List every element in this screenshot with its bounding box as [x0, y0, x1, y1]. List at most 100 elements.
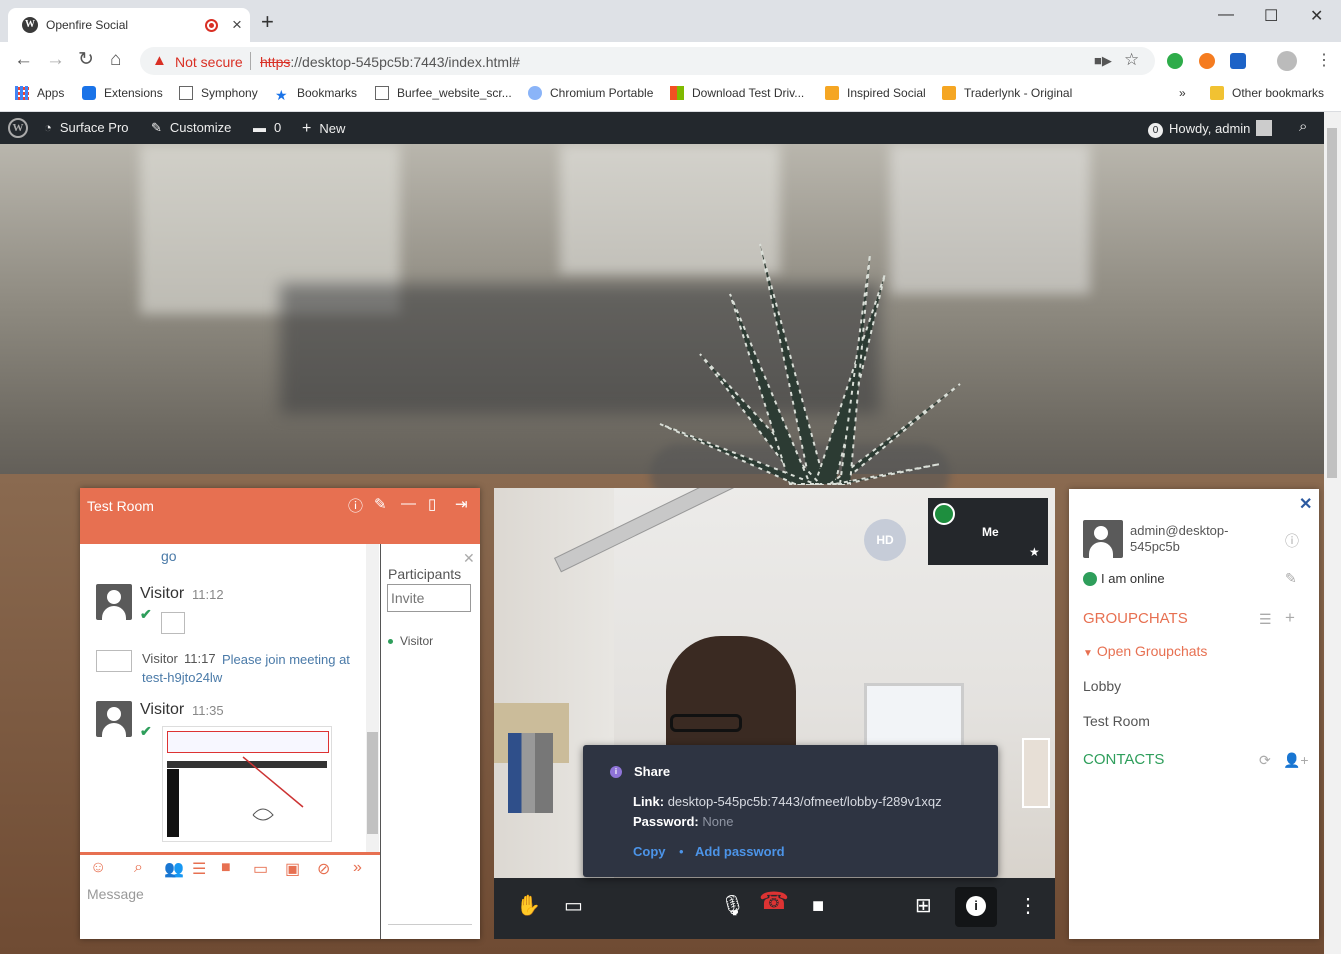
chat-scrollbar[interactable] — [366, 544, 379, 852]
chat-icon[interactable]: ▭ — [564, 896, 583, 916]
edit-status-pencil-icon[interactable]: ✎ — [1285, 570, 1297, 587]
bookmark-symphony[interactable]: Symphony — [179, 86, 258, 100]
sync-contacts-icon[interactable]: ⟳ — [1259, 752, 1271, 769]
chat-room-title: Test Room — [87, 498, 154, 514]
wordpress-logo-icon[interactable]: W — [8, 118, 28, 138]
reload-icon[interactable]: ↻ — [78, 50, 94, 70]
profile-info-icon[interactable]: ⓘ — [1285, 531, 1299, 551]
emoji-icon[interactable]: ☺ — [90, 859, 106, 877]
chat-toolbar: ☺ ⌕ 👥 ☰ ■ ▭ ▣ ⊘ » — [80, 852, 380, 882]
new-content-link[interactable]: + New — [302, 120, 345, 138]
share-link-value[interactable]: desktop-545pc5b:7443/ofmeet/lobby-f289v1… — [668, 794, 942, 809]
bookmark-star-icon[interactable]: ☆ — [1124, 50, 1139, 70]
chat-scrollbar-thumb[interactable] — [367, 732, 378, 834]
list-rooms-icon[interactable]: ☰ — [1259, 611, 1272, 628]
browser-tab[interactable]: W Openfire Social × — [8, 8, 250, 42]
bookmark-burfee[interactable]: Burfee_website_scr... — [375, 86, 512, 100]
more-options-icon[interactable]: ⋮ — [1018, 896, 1038, 916]
hd-quality-badge[interactable]: HD — [864, 519, 906, 561]
microphone-icon[interactable]: 🎙 — [720, 896, 745, 916]
more-tools-icon[interactable]: » — [353, 859, 362, 877]
home-icon[interactable]: ⌂ — [110, 50, 121, 70]
extension-id-icon[interactable] — [1230, 53, 1246, 69]
account-menu[interactable]: 0 Howdy, admin — [1148, 120, 1273, 138]
status-message[interactable]: I am online — [1101, 571, 1165, 586]
bookmark-traderlynk-original[interactable]: Traderlynk - Original — [942, 86, 1072, 100]
dashboard-icon: ◔ — [44, 120, 52, 135]
maximize-icon[interactable]: ☐ — [1264, 6, 1278, 26]
camera-icon[interactable]: ■ — [812, 896, 824, 916]
extension-orange-icon[interactable] — [1199, 53, 1215, 69]
open-groupchats-toggle[interactable]: ▼ Open Groupchats — [1083, 643, 1207, 659]
video-call-icon[interactable]: ■ — [221, 859, 231, 877]
hang-up-icon[interactable]: ☎ — [759, 890, 789, 914]
minimize-icon[interactable]: — — [1218, 6, 1234, 24]
new-tab-button[interactable]: + — [261, 11, 274, 33]
url-scheme: https — [260, 54, 291, 70]
raise-hand-icon[interactable]: ✋ — [516, 896, 541, 916]
local-video-thumbnail[interactable]: Me ★ — [928, 498, 1048, 565]
minimize-chat-icon[interactable]: — — [401, 495, 416, 512]
attachment-preview[interactable] — [161, 612, 185, 634]
occupants-icon[interactable]: 👥 — [164, 859, 184, 879]
comments-link[interactable]: ▬ 0 — [253, 120, 281, 135]
search-icon[interactable]: ⌕ — [134, 859, 143, 877]
search-icon[interactable]: ⌕ — [1299, 118, 1307, 135]
message-input[interactable]: Message — [87, 886, 144, 902]
close-participants-icon[interactable]: ✕ — [463, 550, 475, 567]
save-icon[interactable]: ▣ — [285, 859, 300, 879]
customize-link[interactable]: ✎ Customize — [151, 120, 231, 136]
add-contact-icon[interactable]: 👤+ — [1283, 752, 1309, 769]
avatar — [96, 584, 132, 620]
groupchat-room-test-room[interactable]: Test Room — [1083, 713, 1150, 729]
video-participant-glasses — [670, 714, 742, 732]
extension-green-icon[interactable] — [1167, 53, 1183, 69]
list-icon[interactable]: ☰ — [192, 859, 206, 879]
security-label[interactable]: Not secure — [175, 54, 243, 70]
share-title: Share — [634, 764, 671, 779]
bookmarks-overflow-icon[interactable]: » — [1179, 86, 1186, 100]
browser-toolbar: ← → ↻ ⌂ ▲ Not secure https://desktop-545… — [0, 42, 1341, 80]
page-scrollbar-thumb[interactable] — [1327, 128, 1337, 478]
info-button[interactable]: i — [955, 887, 997, 927]
bookmark-chromium-portable[interactable]: Chromium Portable — [528, 86, 653, 100]
add-groupchat-icon[interactable]: + — [1285, 608, 1295, 628]
bookmark-inspired-social[interactable]: Inspired Social — [825, 86, 926, 100]
tab-close-icon[interactable]: × — [232, 15, 242, 35]
room-info-icon[interactable]: ⓘ — [348, 495, 363, 516]
meeting-invite-link[interactable]: Please join meeting at test-h9jto24lw — [142, 651, 357, 687]
camera-in-use-icon[interactable]: ■▶ — [1094, 53, 1112, 69]
screenshot-thumbnail[interactable] — [162, 726, 332, 842]
bookmark-apps[interactable]: Apps — [15, 86, 64, 100]
participants-panel: ✕ Participants Visitor — [381, 544, 480, 939]
bookmark-other-bookmarks[interactable]: Other bookmarks — [1210, 86, 1324, 100]
back-icon[interactable]: ← — [14, 50, 33, 70]
bookmark-extensions[interactable]: Extensions — [82, 86, 163, 100]
bookmark-bookmarks[interactable]: ★ Bookmarks — [275, 86, 357, 102]
profile-avatar[interactable] — [1277, 51, 1297, 71]
browser-menu-icon[interactable]: ⋮ — [1316, 50, 1332, 70]
participant-name[interactable]: Visitor — [400, 634, 433, 648]
toggle-occupants-icon[interactable]: ▯ — [428, 495, 436, 513]
copy-link-button[interactable]: Copy — [633, 844, 666, 859]
leave-room-icon[interactable]: ⇥ — [455, 495, 468, 513]
url-text[interactable]: https://desktop-545pc5b:7443/index.html# — [260, 54, 520, 70]
screen-share-icon[interactable]: ▭ — [253, 859, 268, 879]
address-bar[interactable]: ▲ Not secure https://desktop-545pc5b:744… — [140, 47, 1155, 75]
close-roster-icon[interactable]: ✕ — [1299, 494, 1312, 514]
tab-strip: W Openfire Social × + — ☐ ✕ — [0, 0, 1341, 42]
attachment-icon[interactable]: ⊘ — [317, 859, 330, 879]
bookmark-download-test-drive[interactable]: Download Test Driv... — [670, 86, 804, 100]
site-name-link[interactable]: ◔ Surface Pro — [44, 120, 129, 135]
forward-icon[interactable]: → — [46, 50, 65, 70]
tile-view-icon[interactable]: ⊞ — [915, 896, 932, 916]
add-password-button[interactable]: Add password — [695, 844, 785, 859]
room-settings-wrench-icon[interactable]: ✎ — [374, 495, 387, 513]
user-avatar[interactable] — [1083, 520, 1123, 558]
invite-input[interactable] — [387, 584, 471, 612]
message-text: go — [161, 548, 177, 564]
page-scrollbar[interactable] — [1324, 112, 1341, 954]
caret-down-icon: ▼ — [1083, 648, 1093, 659]
groupchat-room-lobby[interactable]: Lobby — [1083, 678, 1121, 694]
close-window-icon[interactable]: ✕ — [1310, 6, 1323, 26]
